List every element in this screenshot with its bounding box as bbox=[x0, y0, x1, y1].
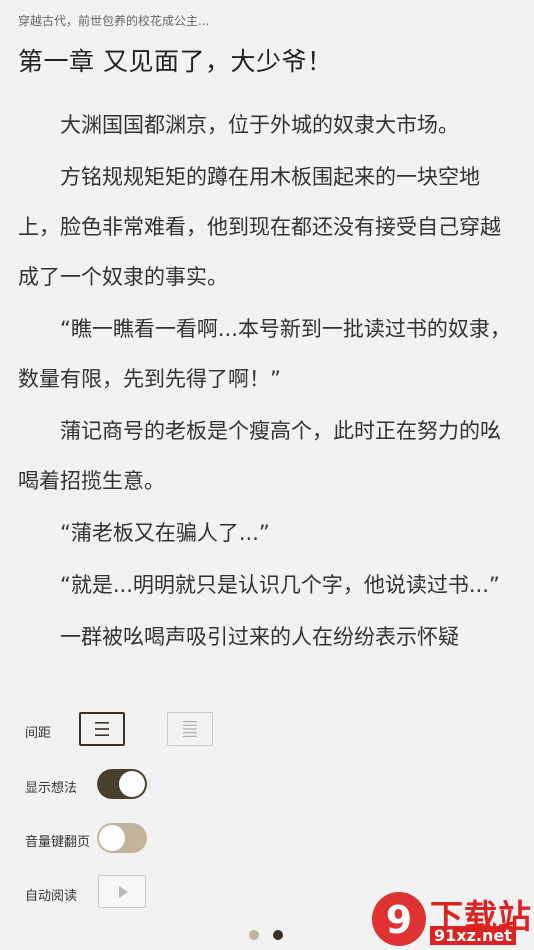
volume-key-toggle[interactable] bbox=[97, 823, 147, 853]
toggle-knob bbox=[99, 825, 125, 851]
watermark-badge-text: 9 bbox=[386, 898, 412, 942]
paragraph: “就是...明明就只是认识几个字，他说读过书...” bbox=[60, 573, 500, 597]
book-title: 穿越古代，前世包养的校花成公主... bbox=[18, 14, 210, 28]
paragraph: “瞧一瞧看一看啊...本号新到一批读过书的奴隶，数量有限，先到先得了啊！” bbox=[18, 317, 511, 391]
paragraph: “蒲老板又在骗人了...” bbox=[60, 521, 270, 545]
paragraph: 蒲记商号的老板是个瘦高个，此时正在努力的吆喝着招揽生意。 bbox=[18, 419, 501, 493]
page-dot-1[interactable] bbox=[249, 930, 259, 940]
paragraph: 一群被吆喝声吸引过来的人在纷纷表示怀疑 bbox=[60, 625, 459, 649]
spacing-normal-icon bbox=[95, 722, 109, 736]
paragraph: 大渊国国都渊京，位于外城的奴隶大市场。 bbox=[60, 113, 459, 137]
page-dot-2[interactable] bbox=[273, 930, 283, 940]
spacing-normal-button[interactable] bbox=[79, 712, 125, 746]
spacing-compact-icon bbox=[183, 721, 197, 737]
site-watermark: 9 下载站 91xz.net bbox=[364, 888, 534, 950]
volume-key-label: 音量键翻页 bbox=[25, 835, 91, 850]
chapter-content: 大渊国国都渊京，位于外城的奴隶大市场。 方铭规规矩矩的蹲在用木板围起来的一块空地… bbox=[18, 100, 518, 664]
show-thoughts-toggle[interactable] bbox=[97, 769, 147, 799]
spacing-compact-button[interactable] bbox=[167, 712, 213, 746]
watermark-domain: 91xz.net bbox=[430, 926, 516, 945]
toggle-knob bbox=[119, 771, 145, 797]
auto-read-label: 自动阅读 bbox=[25, 889, 78, 904]
paragraph: 方铭规规矩矩的蹲在用木板围起来的一块空地上，脸色非常难看，他到现在都还没有接受自… bbox=[18, 165, 501, 289]
spacing-label: 间距 bbox=[25, 726, 52, 741]
reader-page[interactable]: 穿越古代，前世包养的校花成公主... 第一章 又见面了，大少爷！ 大渊国国都渊京… bbox=[0, 0, 534, 700]
watermark-logo-icon: 9 bbox=[372, 892, 426, 946]
chapter-title: 第一章 又见面了，大少爷！ bbox=[18, 47, 333, 76]
auto-read-play-button[interactable] bbox=[98, 875, 146, 908]
play-icon bbox=[119, 886, 128, 898]
page-indicator bbox=[249, 925, 297, 944]
show-thoughts-label: 显示想法 bbox=[25, 781, 78, 796]
